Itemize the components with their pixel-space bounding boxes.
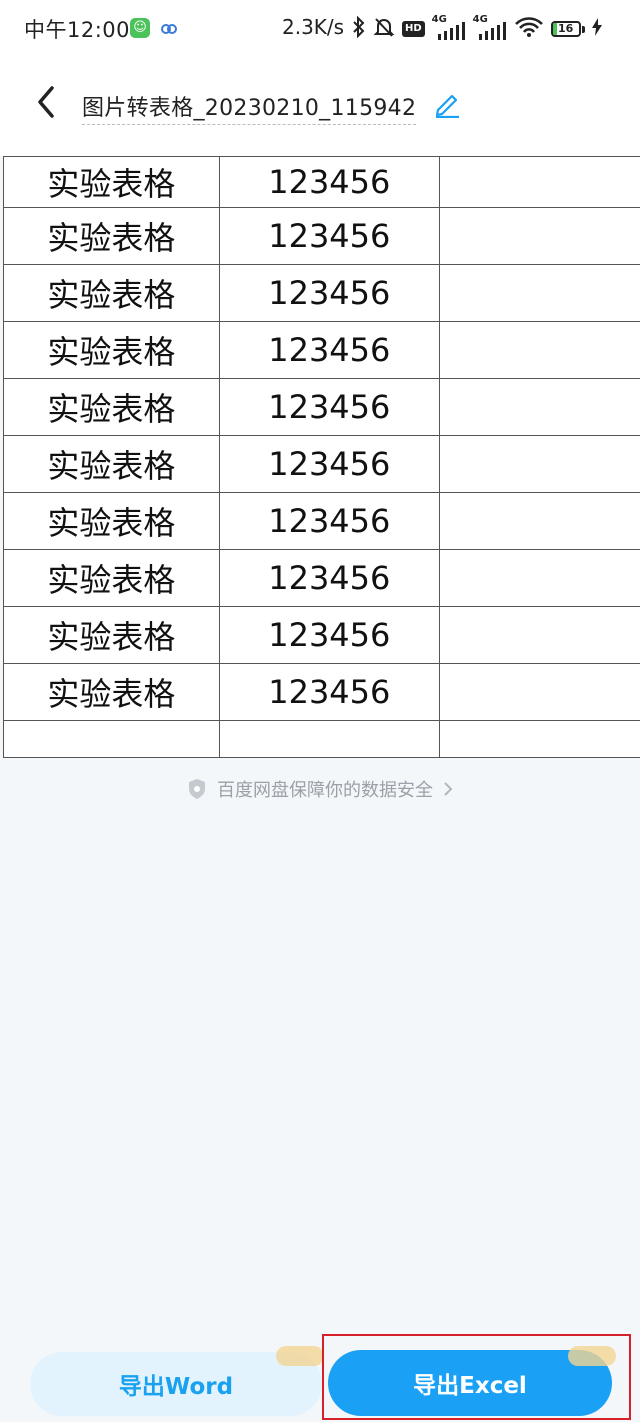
table-cell: 实验表格	[3, 156, 220, 208]
table-cell	[439, 492, 640, 550]
table-row	[3, 720, 640, 758]
battery-icon: 16	[550, 21, 581, 37]
data-table: 实验表格 123456 实验表格 123456 实验表格 123456 实验表格 123456…	[3, 156, 640, 758]
battery-level: 16	[558, 22, 574, 35]
table-cell: 实验表格	[3, 606, 220, 664]
table-cell	[219, 720, 440, 758]
status-time: 中午12:00	[24, 18, 131, 42]
signal-1-icon: 4G	[432, 14, 466, 40]
pencil-icon	[435, 94, 459, 119]
table-cell: 实验表格	[3, 663, 220, 721]
table-row: 实验表格 123456	[3, 606, 640, 664]
table-cell: 123456	[219, 606, 440, 664]
table-cell: 实验表格	[3, 207, 220, 265]
table-cell	[439, 606, 640, 664]
table-cell	[439, 663, 640, 721]
table-cell	[439, 156, 640, 208]
security-note[interactable]: 百度网盘保障你的数据安全	[0, 776, 640, 802]
table-cell	[439, 321, 640, 379]
chevron-right-icon	[444, 782, 453, 796]
network-speed: 2.3K/s	[282, 15, 345, 39]
table-cell: 123456	[219, 378, 440, 436]
table-row: 实验表格 123456	[3, 378, 640, 436]
table-row: 实验表格 123456	[3, 549, 640, 607]
title-bar: 图片转表格_20230210_115942	[0, 70, 640, 140]
table-cell: 123456	[219, 549, 440, 607]
status-bar: 中午12:00 ☺ 2.3K/s HD 4G 4G 16	[0, 0, 640, 58]
table-row: 实验表格 123456	[3, 492, 640, 550]
table-row: 实验表格 123456	[3, 321, 640, 379]
table-cell: 实验表格	[3, 435, 220, 493]
table-row: 实验表格 123456	[3, 156, 640, 208]
battery-tip	[581, 25, 585, 33]
table-row: 实验表格 123456	[3, 207, 640, 265]
shield-icon	[189, 779, 205, 799]
document-title[interactable]: 图片转表格_20230210_115942	[82, 90, 417, 125]
table-cell: 实验表格	[3, 321, 220, 379]
table-cell: 123456	[219, 156, 440, 208]
table-cell: 123456	[219, 321, 440, 379]
table-cell	[439, 207, 640, 265]
table-cell	[439, 720, 640, 758]
app-notification-icon: ☺	[130, 18, 150, 38]
table-cell: 123456	[219, 435, 440, 493]
signal-2-icon: 4G	[473, 14, 507, 40]
charging-icon	[591, 18, 602, 40]
badge-decoration	[568, 1346, 616, 1366]
bluetooth-icon	[352, 15, 366, 42]
table-cell	[439, 264, 640, 322]
table-cell: 123456	[219, 264, 440, 322]
table-row: 实验表格 123456	[3, 663, 640, 721]
table-row: 实验表格 123456	[3, 264, 640, 322]
table-row: 实验表格 123456	[3, 435, 640, 493]
table-cell: 实验表格	[3, 264, 220, 322]
hd-voice-icon: HD	[402, 21, 425, 37]
edit-title-button[interactable]	[432, 88, 462, 119]
table-cell: 实验表格	[3, 549, 220, 607]
wifi-icon	[514, 16, 544, 42]
chevron-left-icon	[38, 86, 54, 118]
table-cell	[439, 435, 640, 493]
table-preview: 实验表格 123456 实验表格 123456 实验表格 123456 实验表格 123456…	[3, 156, 640, 758]
table-cell: 123456	[219, 492, 440, 550]
security-note-text: 百度网盘保障你的数据安全	[217, 780, 433, 801]
table-cell: 实验表格	[3, 492, 220, 550]
table-cell	[439, 378, 640, 436]
table-cell	[439, 549, 640, 607]
table-cell: 实验表格	[3, 378, 220, 436]
badge-decoration	[276, 1346, 324, 1366]
back-button[interactable]	[30, 82, 66, 122]
cloud-icon	[160, 20, 178, 39]
table-cell: 123456	[219, 663, 440, 721]
table-cell: 123456	[219, 207, 440, 265]
mute-bell-icon	[373, 16, 395, 42]
table-cell	[3, 720, 220, 758]
